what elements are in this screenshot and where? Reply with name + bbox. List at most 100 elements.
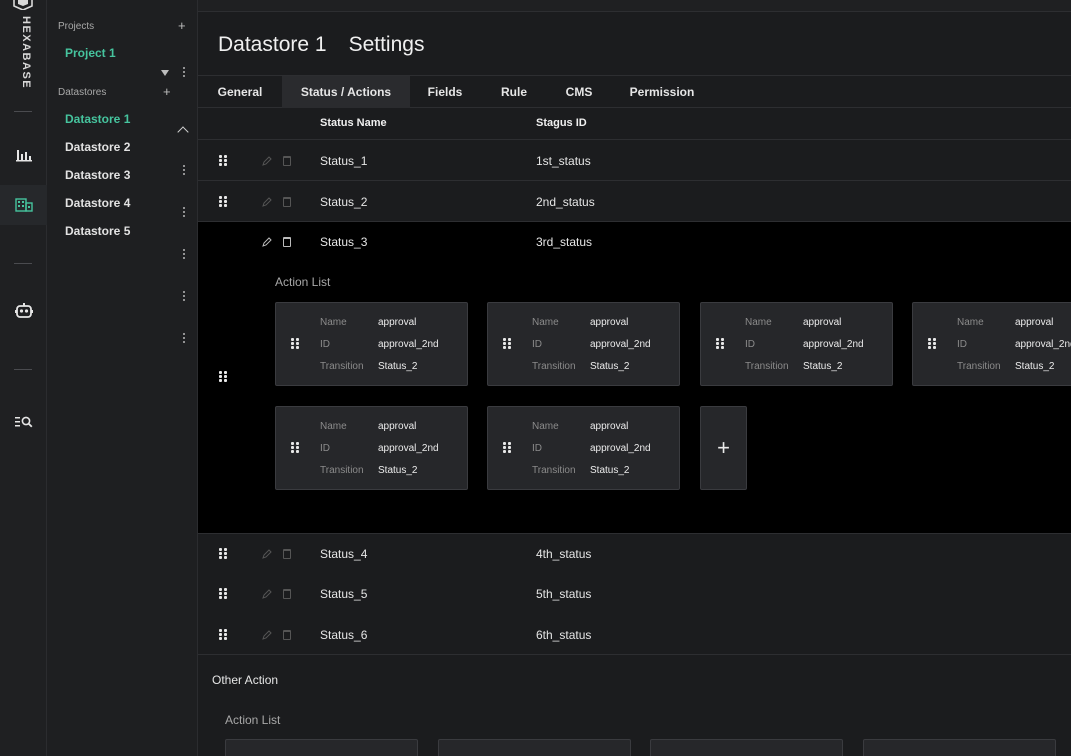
list-search-icon bbox=[14, 416, 32, 428]
projects-header: Projects bbox=[58, 21, 95, 32]
datastores-header: Datastores bbox=[58, 87, 107, 98]
delete-icon[interactable] bbox=[283, 549, 291, 559]
action-id-value: approval_2nd bbox=[378, 339, 439, 350]
other-action-card[interactable] bbox=[863, 739, 1056, 756]
status-id: 6th_status bbox=[536, 628, 592, 642]
drag-handle-icon[interactable] bbox=[219, 196, 227, 208]
more-vertical-icon[interactable] bbox=[182, 207, 186, 219]
action-card[interactable]: Name approval ID approval_2nd Transition… bbox=[912, 302, 1071, 386]
caret-down-icon[interactable] bbox=[161, 70, 169, 76]
drag-handle-icon[interactable] bbox=[219, 155, 227, 167]
table-row[interactable]: Status_2 2nd_status bbox=[198, 181, 1071, 222]
other-action-card[interactable] bbox=[650, 739, 843, 756]
sidebar-datastore-2[interactable]: Datastore 2 bbox=[65, 140, 130, 154]
rail-divider bbox=[14, 263, 32, 264]
sidebar-datastore-1[interactable]: Datastore 1 bbox=[65, 112, 130, 126]
action-card-clip: Name approval ID approval_2nd Transition… bbox=[912, 302, 1071, 388]
drag-handle-icon[interactable] bbox=[291, 338, 299, 350]
drag-handle-icon[interactable] bbox=[928, 338, 936, 350]
action-list-label: Action List bbox=[275, 275, 331, 289]
edit-icon[interactable] bbox=[262, 197, 272, 207]
more-vertical-icon[interactable] bbox=[182, 165, 186, 177]
delete-icon[interactable] bbox=[283, 630, 291, 640]
drag-handle-icon[interactable] bbox=[219, 629, 227, 641]
edit-icon[interactable] bbox=[262, 589, 272, 599]
tab-status-actions[interactable]: Status / Actions bbox=[282, 76, 410, 108]
action-id-value: approval_2nd bbox=[378, 443, 439, 454]
drag-handle-icon[interactable] bbox=[219, 371, 227, 383]
edit-icon[interactable] bbox=[262, 549, 272, 559]
more-vertical-icon[interactable] bbox=[182, 333, 186, 345]
edit-icon[interactable] bbox=[262, 237, 272, 247]
delete-icon[interactable] bbox=[283, 156, 291, 166]
drag-handle-icon[interactable] bbox=[219, 548, 227, 560]
action-transition-value: Status_2 bbox=[590, 361, 630, 372]
page-title-sub: Settings bbox=[348, 33, 425, 56]
action-transition-value: Status_2 bbox=[1015, 361, 1055, 372]
action-card[interactable]: Name approval ID approval_2nd Transition… bbox=[700, 302, 893, 386]
table-row[interactable]: Status_5 5th_status bbox=[198, 574, 1071, 615]
status-name: Status_1 bbox=[320, 154, 368, 168]
more-vertical-icon[interactable] bbox=[182, 67, 186, 79]
other-action-card[interactable] bbox=[438, 739, 631, 756]
tab-bar: General Status / Actions Fields Rule CMS… bbox=[198, 75, 1071, 108]
left-rail: HEXABASE bbox=[0, 0, 47, 756]
action-card[interactable]: Name approval ID approval_2nd Transition… bbox=[275, 302, 468, 386]
main-content: Datastore 1 Settings General Status / Act… bbox=[198, 13, 1071, 756]
drag-handle-icon[interactable] bbox=[219, 588, 227, 600]
table-row[interactable]: Status_6 6th_status bbox=[198, 614, 1071, 655]
sidebar-datastore-3[interactable]: Datastore 3 bbox=[65, 168, 130, 182]
status-id: 3rd_status bbox=[536, 235, 593, 249]
status-id: 1st_status bbox=[536, 154, 591, 168]
rail-divider bbox=[14, 111, 32, 112]
status-name: Status_4 bbox=[320, 547, 368, 561]
table-row[interactable]: Status_4 4th_status bbox=[198, 534, 1071, 575]
action-name-value: approval bbox=[803, 317, 842, 328]
delete-icon[interactable] bbox=[283, 589, 291, 599]
rail-search-log-button[interactable] bbox=[0, 402, 47, 442]
delete-icon[interactable] bbox=[283, 237, 291, 247]
sidebar-datastore-4[interactable]: Datastore 4 bbox=[65, 196, 130, 210]
add-datastore-button[interactable]: + bbox=[163, 85, 171, 98]
action-id-value: approval_2nd bbox=[1015, 339, 1071, 350]
action-name-label: Name bbox=[320, 317, 347, 328]
status-id: 4th_status bbox=[536, 547, 592, 561]
tab-cms[interactable]: CMS bbox=[548, 76, 610, 108]
table-row[interactable]: Status_1 1st_status bbox=[198, 140, 1071, 181]
action-card[interactable]: Name approval ID approval_2nd Transition… bbox=[275, 406, 468, 490]
action-transition-label: Transition bbox=[320, 361, 364, 372]
action-card[interactable]: Name approval ID approval_2nd Transition… bbox=[487, 302, 680, 386]
add-action-button[interactable]: + bbox=[700, 406, 747, 490]
expanded-status-row: Status_3 3rd_status Action List Name app… bbox=[198, 222, 1071, 534]
more-vertical-icon[interactable] bbox=[182, 291, 186, 303]
rail-bot-button[interactable] bbox=[0, 291, 47, 331]
drag-handle-icon[interactable] bbox=[503, 338, 511, 350]
drag-handle-icon[interactable] bbox=[291, 442, 299, 454]
action-name-label: Name bbox=[320, 421, 347, 432]
tab-general[interactable]: General bbox=[198, 76, 282, 108]
bar-chart-icon bbox=[15, 150, 32, 162]
edit-icon[interactable] bbox=[262, 156, 272, 166]
rail-analytics-button[interactable] bbox=[0, 135, 47, 175]
action-transition-value: Status_2 bbox=[378, 465, 418, 476]
sidebar: Projects + Project 1 Datastores + Datast… bbox=[47, 0, 198, 756]
rail-datastore-button[interactable] bbox=[0, 185, 47, 225]
action-card[interactable]: Name approval ID approval_2nd Transition… bbox=[487, 406, 680, 490]
delete-icon[interactable] bbox=[283, 197, 291, 207]
edit-icon[interactable] bbox=[262, 630, 272, 640]
action-name-label: Name bbox=[532, 317, 559, 328]
action-name-value: approval bbox=[590, 317, 629, 328]
tab-permission[interactable]: Permission bbox=[610, 76, 714, 108]
tab-fields[interactable]: Fields bbox=[410, 76, 480, 108]
action-transition-label: Transition bbox=[745, 361, 789, 372]
drag-handle-icon[interactable] bbox=[716, 338, 724, 350]
sidebar-datastore-5[interactable]: Datastore 5 bbox=[65, 224, 130, 238]
action-name-label: Name bbox=[957, 317, 984, 328]
tab-rule[interactable]: Rule bbox=[480, 76, 548, 108]
more-vertical-icon[interactable] bbox=[182, 249, 186, 261]
other-action-card[interactable] bbox=[225, 739, 418, 756]
action-transition-value: Status_2 bbox=[803, 361, 843, 372]
add-project-button[interactable]: + bbox=[178, 19, 186, 32]
sidebar-project-1[interactable]: Project 1 bbox=[65, 46, 116, 60]
drag-handle-icon[interactable] bbox=[503, 442, 511, 454]
